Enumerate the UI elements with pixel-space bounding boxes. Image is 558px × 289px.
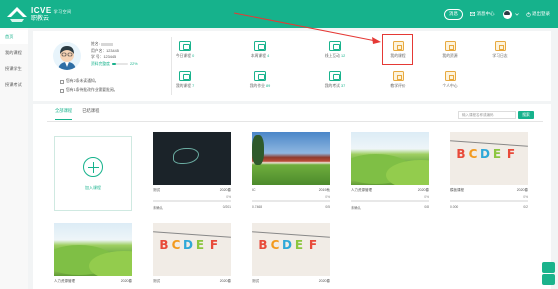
float-chat-button[interactable] — [542, 262, 555, 273]
course-students: 0/5 — [325, 204, 330, 209]
course-progress-bar — [153, 200, 231, 202]
letter-d-icon: D — [282, 238, 292, 252]
letter-c-icon: C — [171, 238, 181, 252]
course-thumbnail — [153, 132, 231, 185]
letter-f-icon: F — [506, 147, 516, 161]
plus-icon — [83, 156, 103, 177]
search-button[interactable]: 搜索 — [518, 111, 534, 119]
course-term: 2020春 — [417, 188, 429, 192]
letter-c-icon: C — [270, 238, 280, 252]
letter-c-icon: C — [468, 147, 478, 161]
course-progress-text: 0% — [325, 195, 330, 199]
course-title: 测试 — [153, 188, 160, 192]
add-course-label: 加入课程 — [85, 184, 101, 190]
course-title: 测试 — [252, 279, 259, 283]
letter-f-icon: F — [308, 238, 318, 252]
course-term: 2019秋 — [318, 188, 330, 192]
course-teacher: 0.7468 — [252, 204, 263, 209]
course-progress-text: 0% — [523, 195, 528, 199]
float-help-button[interactable] — [542, 274, 555, 285]
course-card[interactable]: B C D E F 模板课程 2020春 0% 0.000 0/2 — [450, 132, 528, 209]
letter-e-icon: E — [294, 238, 304, 252]
letter-e-icon: E — [195, 238, 205, 252]
course-title: 人力资源管理 — [54, 279, 75, 283]
course-title: 人力资源管理 — [351, 188, 372, 192]
course-progress-text: 0% — [424, 195, 429, 199]
course-teacher: 未确认 — [351, 205, 361, 210]
course-title: 模板课程 — [450, 188, 464, 192]
course-card[interactable]: IC 2019秋 0% 0.7468 0/5 — [252, 132, 330, 209]
course-card[interactable]: 人力资源管理 2020春 0% 未确认 0/8 — [351, 132, 429, 210]
course-term: 2020春 — [120, 279, 132, 283]
course-term: 2020春 — [219, 279, 231, 283]
course-thumbnail — [351, 132, 429, 185]
course-card[interactable]: 测试 2020春 0% 未确认 0/201 — [153, 132, 231, 210]
letter-d-icon: D — [480, 147, 490, 161]
tab-all-courses[interactable]: 全部课程 — [55, 108, 73, 120]
course-term: 2020春 — [219, 188, 231, 192]
course-students: 0/2 — [523, 204, 528, 209]
tab-finished-courses[interactable]: 已结课程 — [82, 108, 99, 120]
course-progress-bar — [252, 200, 330, 202]
letter-b-icon: B — [159, 238, 169, 252]
course-thumbnail: B C D E F — [252, 223, 330, 276]
course-students: 0/201 — [222, 204, 231, 209]
course-thumbnail — [54, 223, 132, 276]
course-card[interactable]: B C D E F 测试 2020春 — [153, 223, 231, 284]
letter-b-icon: B — [456, 147, 466, 161]
course-progress-bar — [351, 200, 429, 202]
add-course-card[interactable]: 加入课程 — [54, 136, 132, 211]
tab-divider — [47, 121, 543, 122]
letter-b-icon: B — [258, 238, 268, 252]
course-term: 2020春 — [516, 188, 528, 192]
course-card[interactable]: B C D E F 测试 2020春 — [252, 223, 330, 284]
letter-d-icon: D — [183, 238, 193, 252]
course-card[interactable]: 人力资源管理 2020春 — [54, 223, 132, 284]
course-progress-text: 0% — [226, 195, 231, 199]
course-title: IC — [252, 188, 256, 192]
course-title: 测试 — [153, 279, 160, 283]
letter-f-icon: F — [209, 238, 219, 252]
letter-e-icon: E — [492, 147, 502, 161]
course-thumbnail: B C D E F — [153, 223, 231, 276]
course-students: 0/8 — [424, 204, 429, 209]
course-thumbnail: B C D E F — [450, 132, 528, 185]
course-progress-bar — [450, 200, 528, 202]
course-term: 2020春 — [318, 279, 330, 283]
course-teacher: 0.000 — [450, 204, 459, 209]
course-search-input[interactable]: 输入课程名称或编码 — [458, 111, 516, 119]
course-teacher: 未确认 — [153, 205, 163, 210]
course-thumbnail — [252, 132, 330, 185]
